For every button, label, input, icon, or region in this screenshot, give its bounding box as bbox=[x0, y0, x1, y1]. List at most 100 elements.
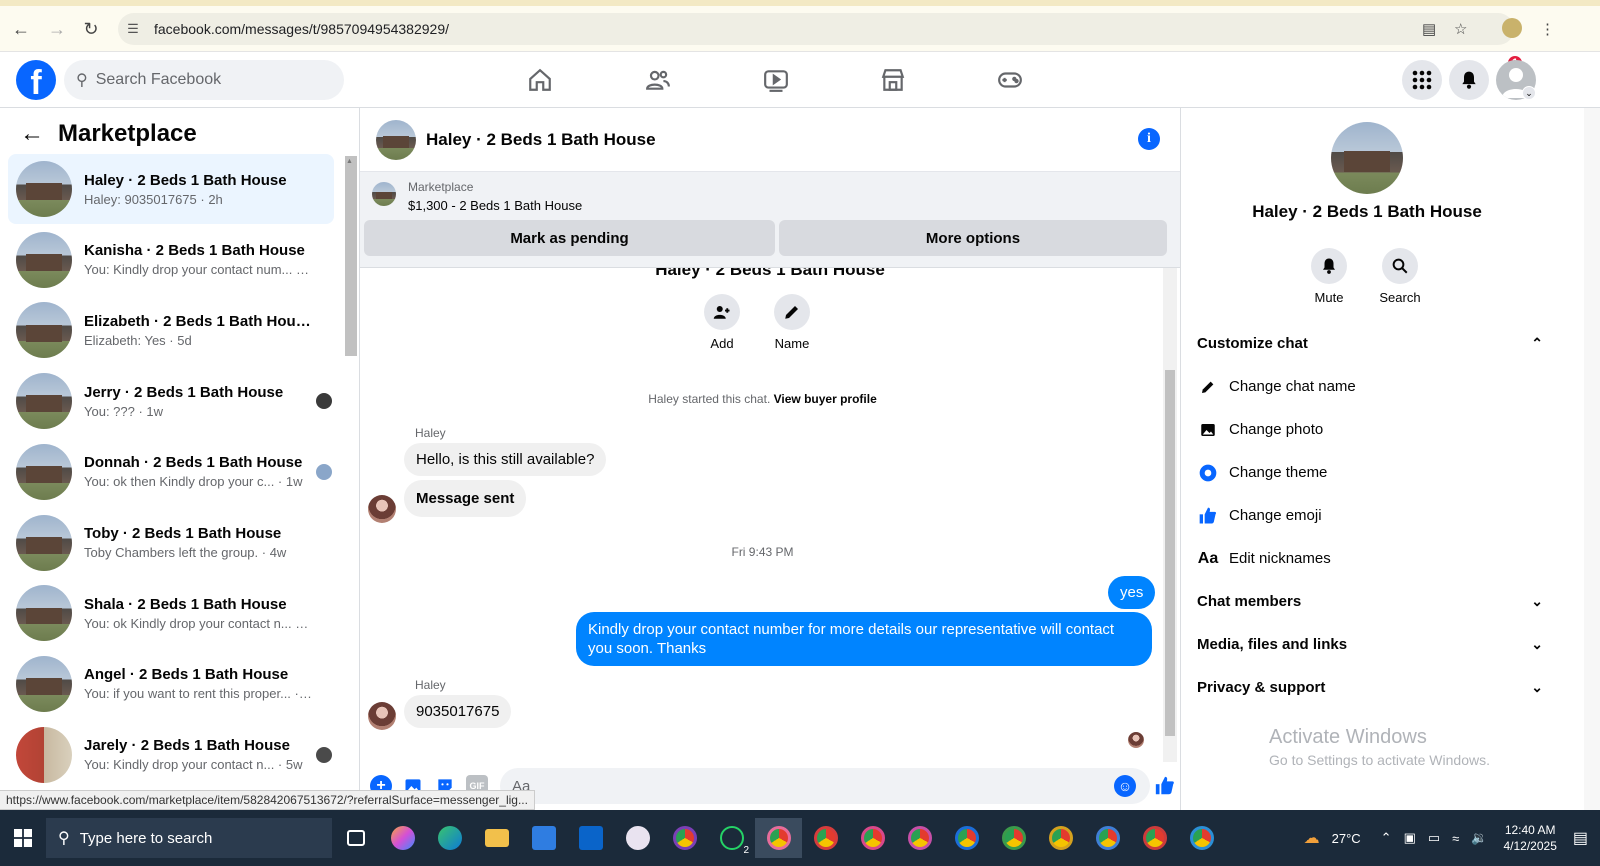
outgoing-message[interactable]: Kindly drop your contact number for more… bbox=[576, 612, 1152, 666]
notifications-bell-icon[interactable] bbox=[1449, 60, 1489, 100]
video-icon[interactable] bbox=[720, 56, 832, 104]
chrome-profile-icon[interactable] bbox=[755, 818, 802, 858]
taskbar-clock[interactable]: 12:40 AM 4/12/2025 bbox=[1503, 822, 1556, 854]
message-input[interactable]: Aa bbox=[500, 768, 1150, 804]
edit-nicknames-item[interactable]: Aa Edit nicknames bbox=[1197, 537, 1543, 580]
battery-icon[interactable]: ▭ bbox=[1428, 830, 1440, 846]
microsoft-store-icon[interactable] bbox=[520, 818, 567, 858]
whatsapp-icon[interactable]: 2 bbox=[708, 818, 755, 858]
listing-title[interactable]: $1,300 - 2 Beds 1 Bath House bbox=[408, 198, 582, 213]
file-explorer-icon[interactable] bbox=[473, 818, 520, 858]
conversation-item[interactable]: Angel · 2 Beds 1 Bath House You: if you w… bbox=[8, 649, 334, 719]
weather-icon[interactable]: ☁ bbox=[1304, 828, 1320, 848]
chrome-profile-icon[interactable] bbox=[661, 818, 708, 858]
copilot-icon[interactable] bbox=[379, 818, 426, 858]
chrome-profile-icon[interactable] bbox=[802, 818, 849, 858]
windows-start-icon[interactable] bbox=[0, 818, 46, 858]
activate-windows-watermark: Activate Windows Go to Settings to activ… bbox=[1269, 726, 1490, 768]
site-settings-icon[interactable]: ☰ bbox=[118, 21, 148, 37]
volume-icon[interactable]: 🔉 bbox=[1471, 830, 1487, 846]
forward-icon[interactable]: → bbox=[44, 16, 70, 42]
edge-browser-icon[interactable] bbox=[426, 818, 473, 858]
chat-avatar[interactable] bbox=[376, 119, 416, 160]
gaming-icon[interactable] bbox=[954, 56, 1066, 104]
details-avatar[interactable] bbox=[1331, 122, 1403, 194]
chrome-profile-icon[interactable] bbox=[943, 818, 990, 858]
add-people-action[interactable]: Add bbox=[692, 294, 752, 351]
menu-grid-icon[interactable] bbox=[1402, 60, 1442, 100]
outgoing-message[interactable]: yes bbox=[1108, 576, 1156, 609]
weather-temp[interactable]: 27°C bbox=[1332, 831, 1361, 846]
chrome-profile-icon[interactable] bbox=[849, 818, 896, 858]
facebook-search-input[interactable]: ⚲ Search Facebook bbox=[64, 60, 344, 100]
emoji-icon[interactable]: ☺ bbox=[1114, 775, 1136, 797]
home-icon[interactable] bbox=[484, 56, 596, 104]
whatsapp-badge: 2 bbox=[743, 845, 749, 856]
chat-scrollbar-thumb[interactable] bbox=[1165, 370, 1175, 736]
conversation-snippet: You: ok then Kindly drop your c... · 1w bbox=[84, 474, 303, 490]
menu-kebab-icon[interactable]: ⋮ bbox=[1540, 20, 1555, 38]
media-files-links-section[interactable]: Media, files and links ⌄ bbox=[1197, 623, 1543, 666]
conversation-item[interactable]: Jarely · 2 Beds 1 Bath House You: Kindly … bbox=[8, 720, 334, 790]
conversation-item[interactable]: Haley · 2 Beds 1 Bath House Haley: 903501… bbox=[8, 154, 334, 224]
taskbar-search-input[interactable]: ⚲ Type here to search bbox=[46, 818, 332, 858]
page-scrollbar[interactable] bbox=[1584, 108, 1600, 810]
address-bar[interactable]: ☰ facebook.com/messages/t/98570949543829… bbox=[118, 13, 1514, 45]
notification-center-icon[interactable]: ▤ bbox=[1573, 828, 1588, 848]
haley-avatar[interactable] bbox=[368, 702, 396, 730]
listing-thumbnail[interactable] bbox=[372, 182, 396, 206]
back-icon[interactable]: ← bbox=[8, 16, 34, 42]
incoming-message[interactable]: Hello, is this still available? bbox=[404, 443, 607, 476]
chrome-profile-icon[interactable] bbox=[1178, 818, 1225, 858]
left-scrollbar[interactable] bbox=[345, 156, 357, 356]
conversation-item[interactable]: Toby · 2 Beds 1 Bath House Toby Chambers … bbox=[8, 508, 334, 578]
change-emoji-item[interactable]: Change emoji bbox=[1197, 494, 1543, 537]
chrome-profile-icon[interactable] bbox=[1131, 818, 1178, 858]
friends-icon[interactable] bbox=[602, 56, 714, 104]
chrome-profile-icon[interactable] bbox=[1084, 818, 1131, 858]
incoming-message[interactable]: 9035017675 bbox=[404, 695, 512, 728]
account-chevron-icon[interactable]: ⌄ bbox=[1522, 86, 1536, 100]
back-arrow-icon[interactable]: ← bbox=[20, 120, 44, 148]
marketplace-icon[interactable] bbox=[837, 56, 949, 104]
haley-avatar[interactable] bbox=[368, 495, 396, 523]
change-photo-item[interactable]: Change photo bbox=[1197, 408, 1543, 451]
privacy-support-section[interactable]: Privacy & support ⌄ bbox=[1197, 666, 1543, 709]
customize-chat-section[interactable]: Customize chat ⌃ bbox=[1197, 322, 1543, 365]
paint-icon[interactable] bbox=[614, 818, 661, 858]
conversation-snippet: You: Kindly drop your contact num... · 2… bbox=[84, 262, 312, 278]
mark-as-pending-button[interactable]: Mark as pending bbox=[364, 220, 775, 256]
meet-now-icon[interactable]: ▣ bbox=[1404, 830, 1416, 846]
change-chat-name-item[interactable]: Change chat name bbox=[1197, 365, 1543, 408]
conversation-item[interactable]: Elizabeth · 2 Beds 1 Bath House Elizabeth… bbox=[8, 295, 334, 365]
install-icon[interactable]: ▤ bbox=[1422, 20, 1436, 38]
reload-icon[interactable]: ↻ bbox=[78, 16, 104, 42]
conversation-item[interactable]: Donnah · 2 Beds 1 Bath House You: ok then… bbox=[8, 437, 334, 507]
bookmark-star-icon[interactable]: ☆ bbox=[1454, 20, 1467, 38]
name-chat-action[interactable]: Name bbox=[762, 294, 822, 351]
chrome-profile-icon[interactable] bbox=[990, 818, 1037, 858]
search-label: Search bbox=[1379, 290, 1421, 305]
scroll-up-icon[interactable]: ▲ bbox=[346, 158, 353, 165]
conversation-item[interactable]: Kanisha · 2 Beds 1 Bath House You: Kindly… bbox=[8, 225, 334, 295]
incoming-message[interactable]: Message sent bbox=[404, 480, 527, 517]
info-icon[interactable]: i bbox=[1138, 128, 1160, 150]
task-view-icon[interactable] bbox=[332, 818, 379, 858]
outlook-icon[interactable] bbox=[567, 818, 614, 858]
chat-title[interactable]: Haley · 2 Beds 1 Bath House bbox=[426, 130, 656, 150]
change-theme-item[interactable]: Change theme bbox=[1197, 451, 1543, 494]
profile-icon[interactable] bbox=[1502, 18, 1522, 38]
chrome-profile-icon[interactable] bbox=[1037, 818, 1084, 858]
chat-members-section[interactable]: Chat members ⌄ bbox=[1197, 580, 1543, 623]
facebook-logo-icon[interactable]: f bbox=[16, 60, 56, 100]
conversation-item[interactable]: Shala · 2 Beds 1 Bath House You: ok Kindl… bbox=[8, 578, 334, 648]
wifi-icon[interactable]: ≈ bbox=[1452, 831, 1459, 846]
conversation-item[interactable]: Jerry · 2 Beds 1 Bath House You: ??? · 1w bbox=[8, 366, 334, 436]
chrome-profile-icon[interactable] bbox=[896, 818, 943, 858]
more-options-button[interactable]: More options bbox=[779, 220, 1167, 256]
view-buyer-profile-link[interactable]: View buyer profile bbox=[774, 392, 877, 406]
search-action[interactable]: Search bbox=[1370, 248, 1430, 305]
chevron-up-icon[interactable]: ⌃ bbox=[1381, 830, 1392, 846]
mute-action[interactable]: Mute bbox=[1299, 248, 1359, 305]
like-thumb-icon[interactable] bbox=[1154, 775, 1176, 797]
